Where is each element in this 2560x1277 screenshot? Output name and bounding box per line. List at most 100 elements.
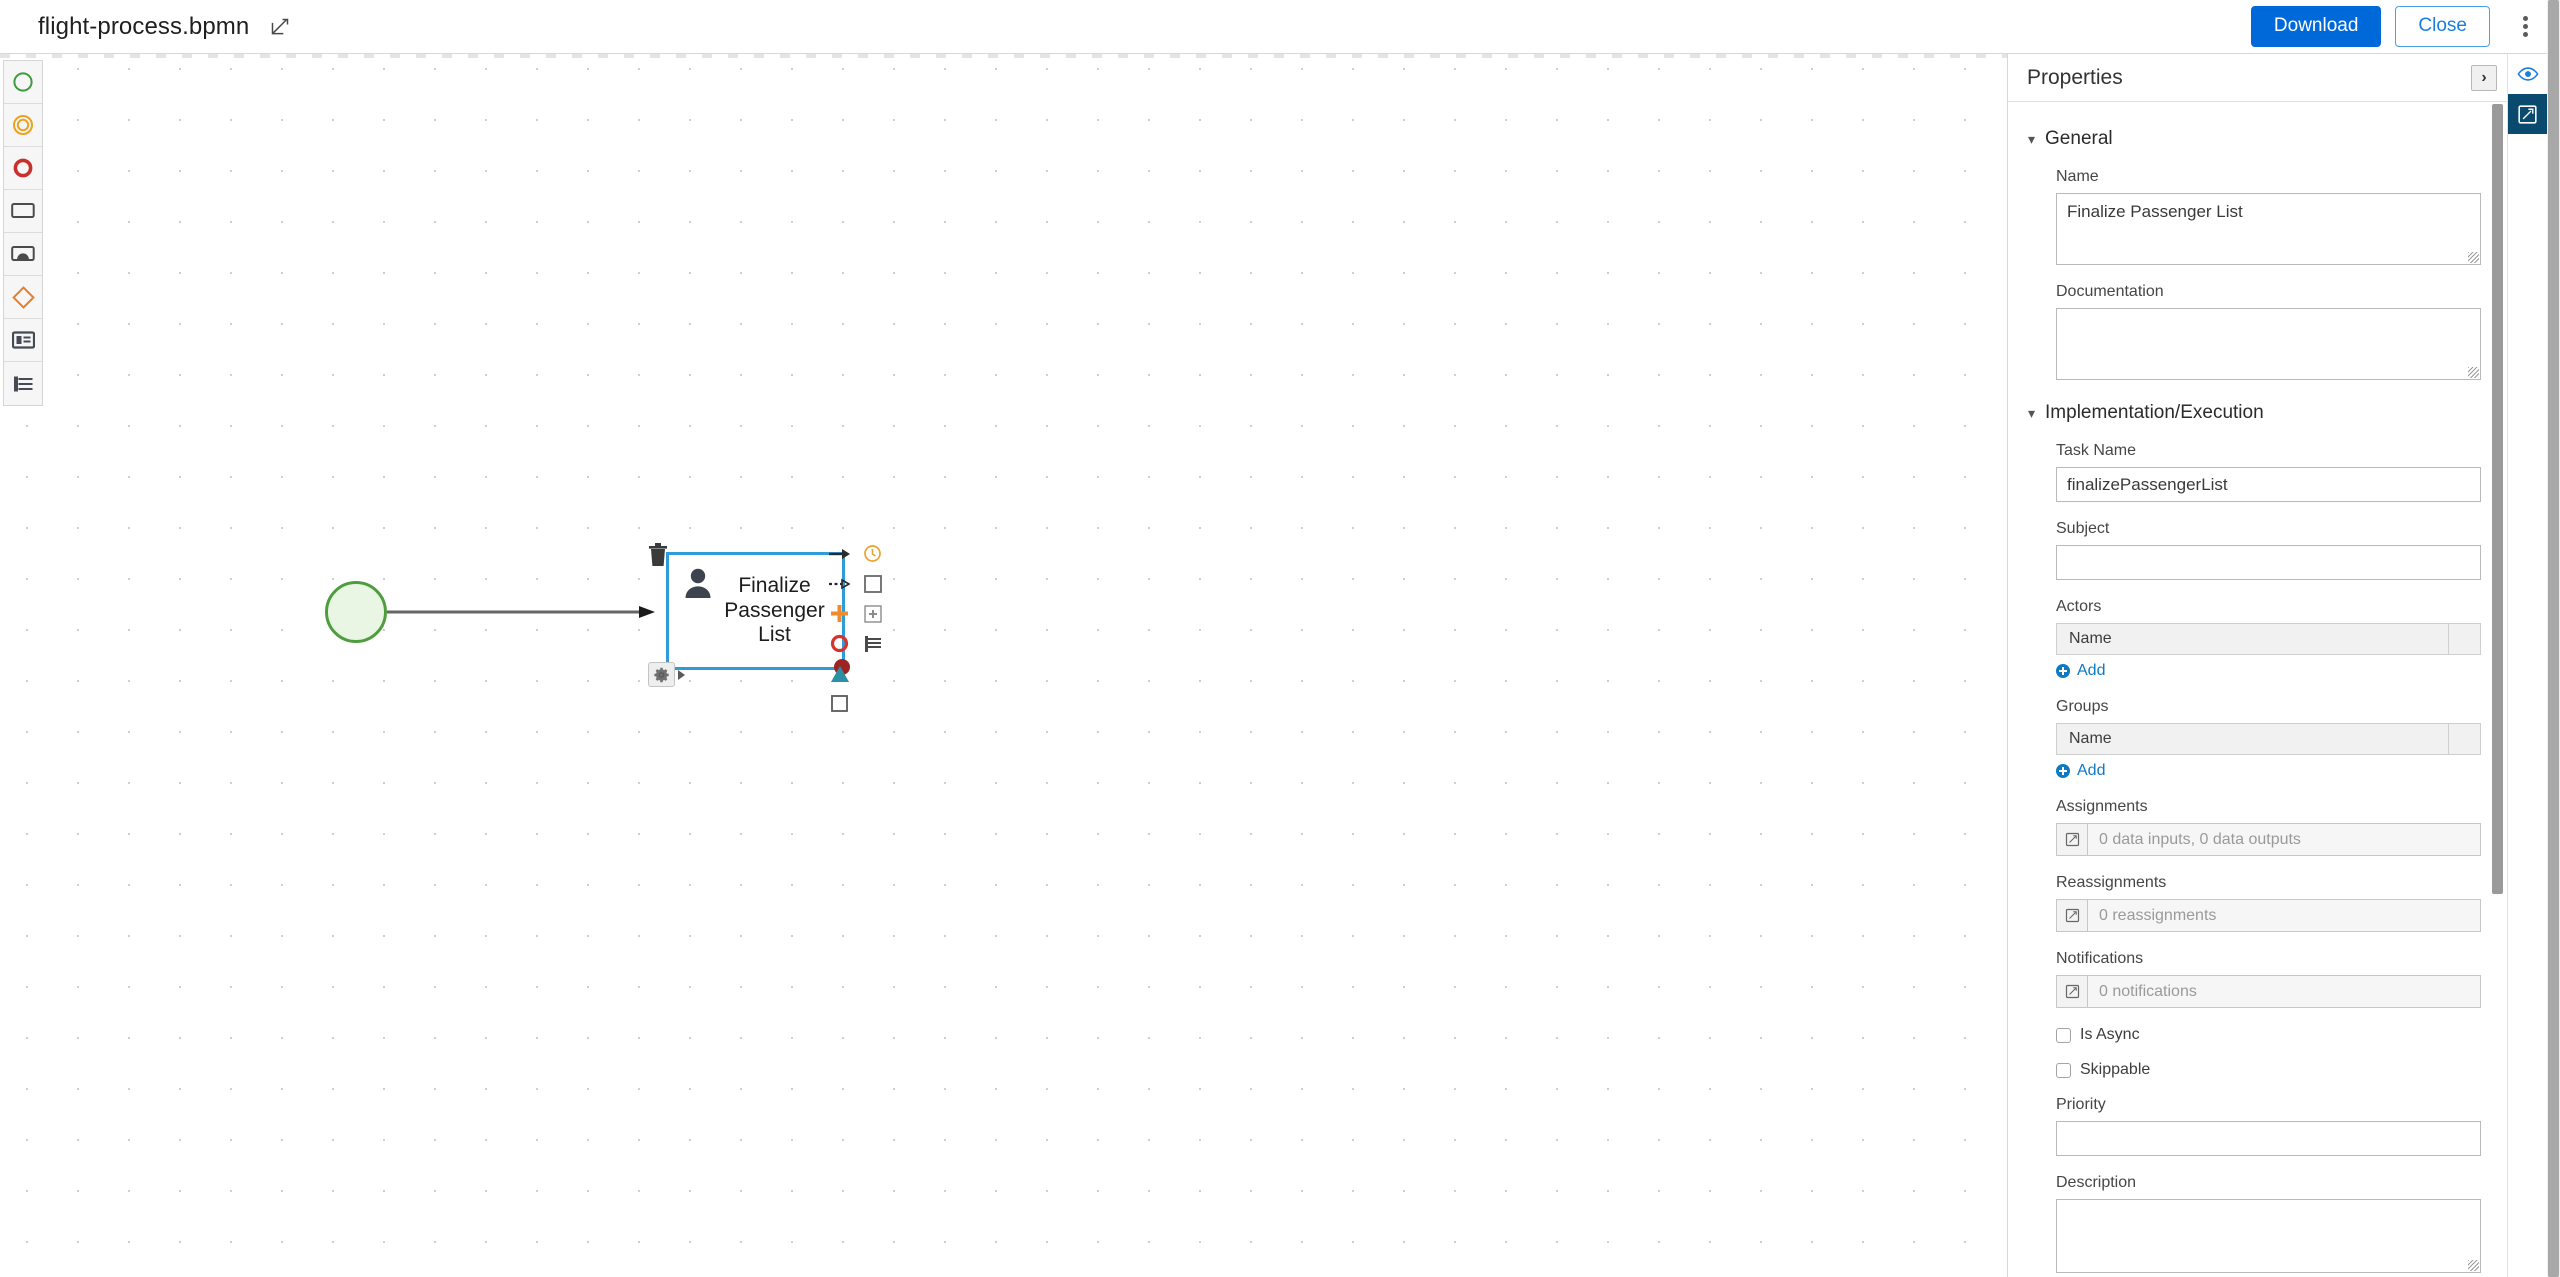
field-assignments: Assignments 0 data inputs, 0 data output… (2028, 798, 2481, 856)
name-textarea[interactable] (2056, 193, 2481, 265)
top-bar-actions: Download Close (2250, 6, 2560, 47)
properties-scrollbar[interactable] (2492, 102, 2503, 1277)
documentation-label: Documentation (2056, 283, 2164, 300)
groups-add-label: Add (2077, 762, 2106, 779)
kebab-menu-icon[interactable] (2508, 9, 2542, 43)
chevron-down-icon: ▾ (2028, 131, 2036, 147)
field-actors: Actors Name Add (2028, 598, 2481, 680)
palette-item-end-event[interactable] (4, 147, 42, 190)
edit-properties-button[interactable] (2508, 94, 2547, 134)
notifications-label: Notifications (2056, 950, 2144, 967)
field-description: Description (2028, 1174, 2481, 1273)
square-outline-icon[interactable] (861, 572, 884, 595)
palette-item-swimlane[interactable] (4, 362, 42, 405)
dashed-arrow-icon[interactable] (828, 572, 851, 595)
palette-item-gateway[interactable] (4, 276, 42, 319)
chevron-down-icon: ▾ (2028, 405, 2036, 421)
actors-table: Name (2056, 623, 2481, 655)
notifications-value[interactable]: 0 notifications (2088, 975, 2481, 1008)
context-pad-right-column (861, 542, 884, 715)
task-label-line-2: Passenger List (724, 598, 825, 647)
close-button[interactable]: Close (2395, 6, 2490, 47)
section-implementation-header[interactable]: ▾ Implementation/Execution (2028, 402, 2481, 424)
circle-red-icon[interactable] (828, 632, 851, 655)
section-implementation-title: Implementation/Execution (2045, 402, 2264, 423)
groups-action-column (2448, 724, 2480, 754)
skippable-checkbox-row[interactable]: Skippable (2028, 1061, 2481, 1079)
skippable-checkbox[interactable] (2056, 1062, 2071, 1078)
triangle-teal-icon[interactable] (828, 662, 851, 685)
assignments-input-group: 0 data inputs, 0 data outputs (2056, 823, 2481, 856)
preview-eye-button[interactable] (2508, 54, 2547, 94)
properties-scrollbar-thumb[interactable] (2492, 104, 2503, 894)
actors-add-label: Add (2077, 662, 2106, 679)
field-priority: Priority (2028, 1096, 2481, 1156)
field-groups: Groups Name Add (2028, 698, 2481, 780)
groups-label: Groups (2056, 698, 2109, 715)
field-documentation: Documentation (2028, 283, 2481, 380)
sequence-flow-connection[interactable] (387, 605, 657, 619)
plus-circle-icon (2056, 764, 2070, 778)
notifications-input-group: 0 notifications (2056, 975, 2481, 1008)
palette-item-subprocess[interactable] (4, 233, 42, 276)
actors-label: Actors (2056, 598, 2102, 615)
description-label: Description (2056, 1174, 2137, 1191)
square-icon[interactable] (828, 692, 851, 715)
priority-label: Priority (2056, 1096, 2106, 1113)
reassignments-edit-icon[interactable] (2056, 899, 2088, 932)
lane-icon[interactable] (861, 632, 884, 655)
page-title: flight-process.bpmn (38, 12, 250, 40)
priority-input[interactable] (2056, 1121, 2481, 1156)
notifications-edit-icon[interactable] (2056, 975, 2088, 1008)
expand-triangle-icon[interactable] (677, 669, 686, 681)
actors-action-column (2448, 624, 2480, 654)
clock-orange-icon[interactable] (861, 542, 884, 565)
reassignments-value[interactable]: 0 reassignments (2088, 899, 2481, 932)
window-scrollbar-thumb[interactable] (2548, 0, 2559, 1277)
canvas-grid-edge (0, 54, 2007, 58)
description-textarea[interactable] (2056, 1199, 2481, 1273)
assignments-edit-icon[interactable] (2056, 823, 2088, 856)
is-async-checkbox[interactable] (2056, 1027, 2071, 1043)
bpmn-canvas[interactable]: Finalize Passenger List (0, 54, 2007, 1277)
name-label: Name (2056, 168, 2099, 185)
actors-add-button[interactable]: Add (2056, 662, 2481, 680)
square-plus-icon[interactable] (861, 602, 884, 625)
palette-item-task[interactable] (4, 190, 42, 233)
field-reassignments: Reassignments 0 reassignments (2028, 874, 2481, 932)
gear-settings-icon[interactable] (648, 662, 686, 687)
subject-input[interactable] (2056, 545, 2481, 580)
user-task-label: Finalize Passenger List (669, 555, 842, 667)
top-bar: flight-process.bpmn Download Close (0, 0, 2560, 54)
documentation-textarea[interactable] (2056, 308, 2481, 380)
assignments-label: Assignments (2056, 798, 2148, 815)
plus-orange-icon[interactable] (828, 602, 851, 625)
properties-header: Properties › (2008, 54, 2507, 102)
user-task-node[interactable]: Finalize Passenger List (666, 552, 850, 675)
chevron-right-icon[interactable]: › (2471, 64, 2497, 91)
task-name-input[interactable] (2056, 467, 2481, 502)
palette-item-intermediate-event[interactable] (4, 104, 42, 147)
subject-label: Subject (2056, 520, 2110, 537)
download-button[interactable]: Download (2250, 6, 2382, 47)
groups-column-header-name: Name (2069, 730, 2112, 747)
window-scrollbar[interactable] (2547, 0, 2560, 1277)
arrow-right-icon[interactable] (828, 542, 851, 565)
palette-item-start-event[interactable] (4, 61, 42, 104)
field-task-name: Task Name (2028, 442, 2481, 502)
skippable-label: Skippable (2080, 1061, 2151, 1078)
properties-body: ▾ General Name Documentation ▾ (2008, 102, 2507, 1277)
plus-circle-icon (2056, 664, 2070, 678)
properties-scroll-area: ▾ General Name Documentation ▾ (2008, 102, 2507, 1277)
actors-column-header-name: Name (2069, 630, 2112, 647)
groups-add-button[interactable]: Add (2056, 762, 2481, 780)
edit-pencil-icon[interactable] (269, 16, 291, 38)
start-event-node[interactable] (325, 581, 387, 643)
palette-item-data-object[interactable] (4, 319, 42, 362)
is-async-checkbox-row[interactable]: Is Async (2028, 1026, 2481, 1044)
field-subject: Subject (2028, 520, 2481, 580)
properties-panel: Properties › ▾ General Name Documentatio… (2007, 54, 2507, 1277)
assignments-value[interactable]: 0 data inputs, 0 data outputs (2088, 823, 2481, 856)
section-general-header[interactable]: ▾ General (2028, 128, 2481, 150)
groups-table: Name (2056, 723, 2481, 755)
